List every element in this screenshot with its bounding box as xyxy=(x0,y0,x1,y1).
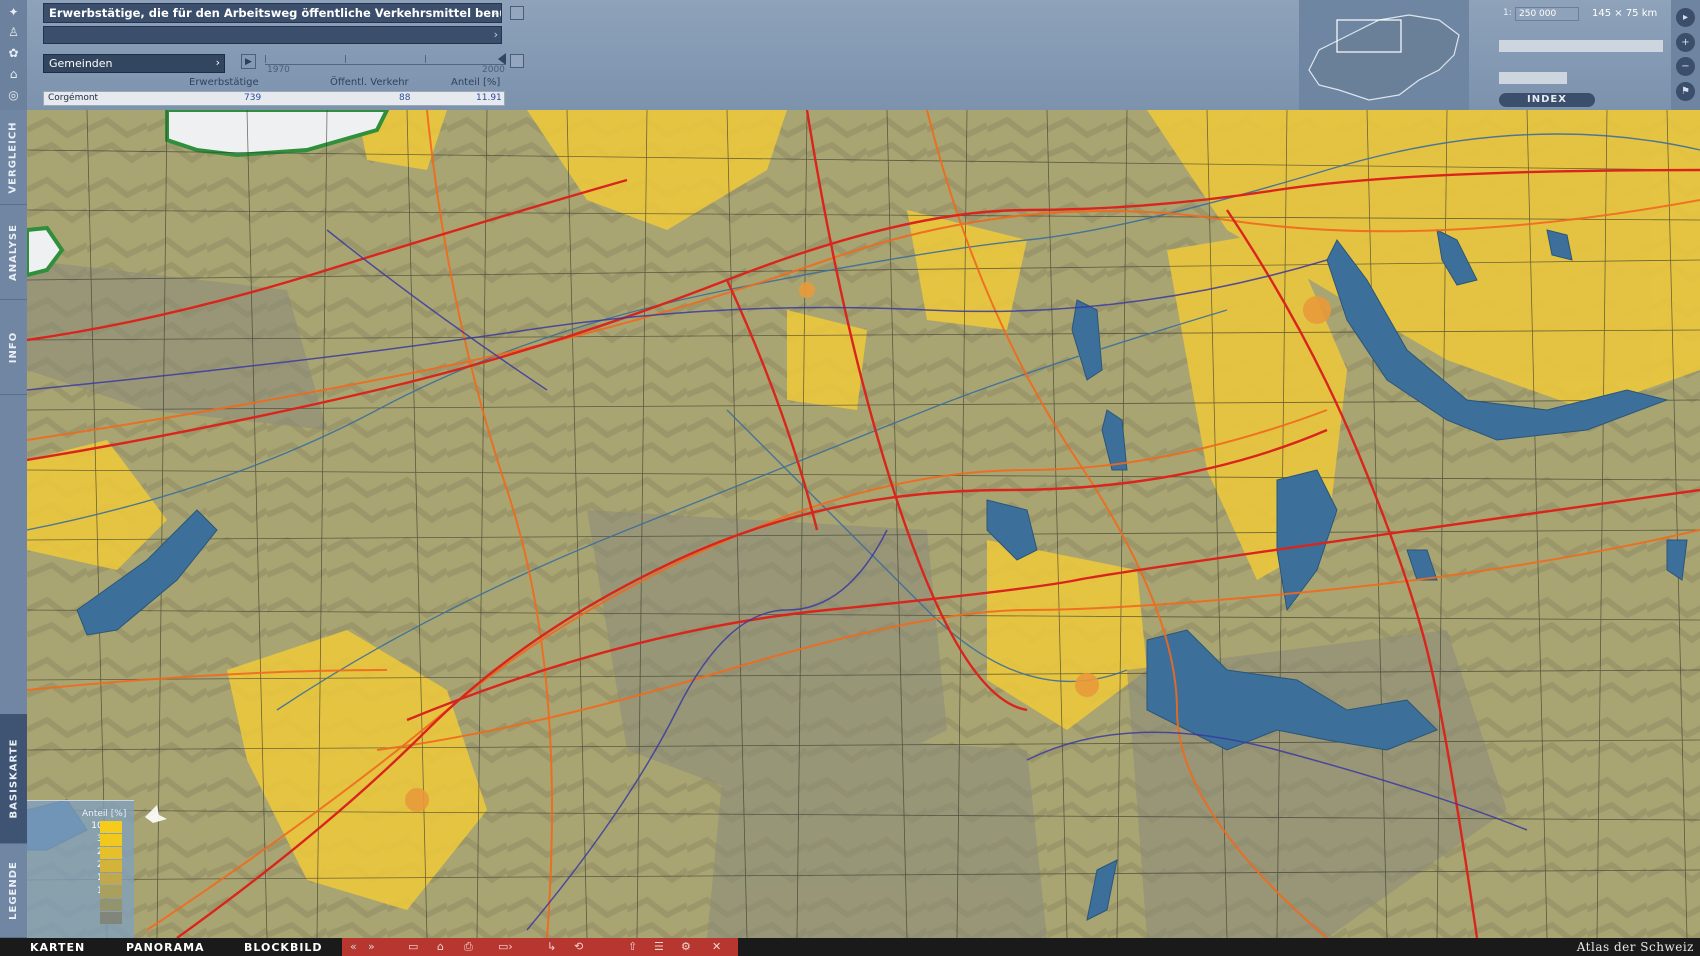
search-field[interactable] xyxy=(1499,40,1663,52)
settings-icon[interactable]: ⚙ xyxy=(681,940,691,953)
time-slider[interactable] xyxy=(265,53,506,65)
play-button[interactable]: ▶ xyxy=(241,54,256,69)
legend-swatch xyxy=(100,847,122,859)
tab-panorama[interactable]: PANORAMA xyxy=(126,941,205,954)
vertical-tabs: VERGLEICH ANALYSE INFO BASISKARTE LEGEND… xyxy=(0,110,27,938)
col-header-workers: Erwerbstätige xyxy=(189,77,259,88)
topic-environment-icon[interactable]: ◎ xyxy=(4,87,23,103)
tab-label: VERGLEICH xyxy=(8,120,19,194)
measure-icon[interactable]: ↳ xyxy=(547,940,556,953)
index-button[interactable]: INDEX xyxy=(1499,93,1595,107)
overview-map[interactable] xyxy=(1299,0,1469,110)
legend-swatch xyxy=(100,834,122,846)
tab-analyse[interactable]: ANALYSE xyxy=(0,205,27,300)
right-toolbar: ▸ + − ⚑ xyxy=(1671,0,1700,110)
legend-swatch xyxy=(100,821,122,833)
topic-state-icon[interactable]: ⌂ xyxy=(4,66,23,82)
tab-basiskarte[interactable]: BASISKARTE xyxy=(0,714,27,844)
col-header-public: Öffentl. Verkehr xyxy=(330,77,409,88)
overview-map-canvas[interactable] xyxy=(1299,0,1469,110)
atlas-app: Erwerbstätige, die für den Arbeitsweg öf… xyxy=(0,0,1700,956)
rotate-icon[interactable]: ⟲ xyxy=(574,940,583,953)
topic-society-icon[interactable]: ♙ xyxy=(4,24,23,40)
location-field[interactable] xyxy=(1499,72,1567,84)
bookmark-icon[interactable]: ▭ xyxy=(408,940,418,953)
table-row[interactable]: Corgémont 739 88 11.91 xyxy=(43,91,505,106)
zoom-out-icon[interactable]: − xyxy=(1676,57,1695,76)
slider-option-button[interactable] xyxy=(510,54,524,68)
legend-swatch xyxy=(100,886,122,898)
list-icon[interactable]: ☰ xyxy=(654,940,664,953)
legend-swatch xyxy=(100,860,122,872)
forward-icon[interactable]: » xyxy=(368,940,375,953)
flag-icon[interactable]: ⚑ xyxy=(1676,82,1695,101)
level-select-value: Gemeinden xyxy=(49,57,113,70)
col-header-share: Anteil [%] xyxy=(451,77,501,88)
row-workers: 739 xyxy=(244,93,262,103)
year-end-label: 2000 xyxy=(482,65,505,75)
scale-prefix: 1: xyxy=(1503,8,1512,18)
bottom-bar: KARTEN PANORAMA BLOCKBILD « » ▭ ⌂ ⎙ ▭› ↳… xyxy=(0,938,1700,956)
theme-title-text: Erwerbstätige, die für den Arbeitsweg öf… xyxy=(49,6,502,20)
slider-knob[interactable] xyxy=(498,53,506,65)
close-icon[interactable]: ✕ xyxy=(712,940,721,953)
year-start-label: 1970 xyxy=(267,65,290,75)
chevron-right-icon[interactable]: › xyxy=(493,5,498,19)
tab-legende[interactable]: LEGENDE xyxy=(0,844,27,938)
cursor-icon xyxy=(145,805,167,823)
legend-swatch xyxy=(100,899,122,911)
row-public: 88 xyxy=(399,93,411,103)
slider-tick xyxy=(425,55,426,63)
level-select[interactable]: Gemeinden › xyxy=(43,54,225,73)
tab-vergleich[interactable]: VERGLEICH xyxy=(0,110,27,205)
tab-label: INFO xyxy=(8,331,20,363)
tab-label: BASISKARTE xyxy=(8,738,20,819)
back-icon[interactable]: « xyxy=(350,940,357,953)
tab-karten[interactable]: KARTEN xyxy=(30,941,85,954)
chevron-right-icon: › xyxy=(215,56,220,69)
tab-label: LEGENDE xyxy=(8,861,19,920)
topic-nature-icon[interactable]: ✦ xyxy=(4,4,23,20)
slider-tick xyxy=(345,55,346,63)
left-toolbar: ✦ ♙ ✿ ⌂ ◎ xyxy=(0,0,27,110)
zoom-in-icon[interactable]: + xyxy=(1676,33,1695,52)
row-municipality: Corgémont xyxy=(48,93,99,103)
topic-economy-icon[interactable]: ✿ xyxy=(4,45,23,61)
theme-title-field[interactable]: Erwerbstätige, die für den Arbeitsweg öf… xyxy=(43,3,502,23)
slider-tick xyxy=(265,55,266,63)
map-canvas[interactable] xyxy=(27,110,1700,938)
legend-swatch xyxy=(100,912,122,924)
lock-icon[interactable]: ⌂ xyxy=(437,940,444,953)
scale-input[interactable]: 250 000 xyxy=(1515,7,1579,21)
legend-title: Anteil [%] xyxy=(82,809,127,819)
brand-logo: Atlas der Schweiz xyxy=(1576,940,1694,954)
thematic-map[interactable] xyxy=(27,110,1700,938)
row-share: 11.91 xyxy=(476,93,502,103)
export-icon[interactable]: ▭› xyxy=(498,940,513,953)
chevron-right-icon[interactable]: › xyxy=(494,28,498,41)
layers-icon[interactable]: ⇧ xyxy=(628,940,637,953)
print-icon[interactable]: ⎙ xyxy=(464,940,473,954)
pointer-icon[interactable]: ▸ xyxy=(1676,8,1695,27)
legend-swatch xyxy=(100,873,122,885)
bottom-toolbar: « » ▭ ⌂ ⎙ ▭› ↳ ⟲ ⇧ ☰ ⚙ ✕ xyxy=(342,938,738,956)
legend-panel: Anteil [%] 100.0 30.0 25.0 20.0 15.0 10.… xyxy=(27,800,167,938)
tab-info[interactable]: INFO xyxy=(0,300,27,395)
subtheme-field[interactable]: › xyxy=(43,26,502,44)
tab-blockbild[interactable]: BLOCKBILD xyxy=(244,941,323,954)
title-option-button[interactable] xyxy=(510,6,524,20)
map-extent-label: 145 × 75 km xyxy=(1592,8,1658,19)
tab-label: ANALYSE xyxy=(8,223,19,281)
